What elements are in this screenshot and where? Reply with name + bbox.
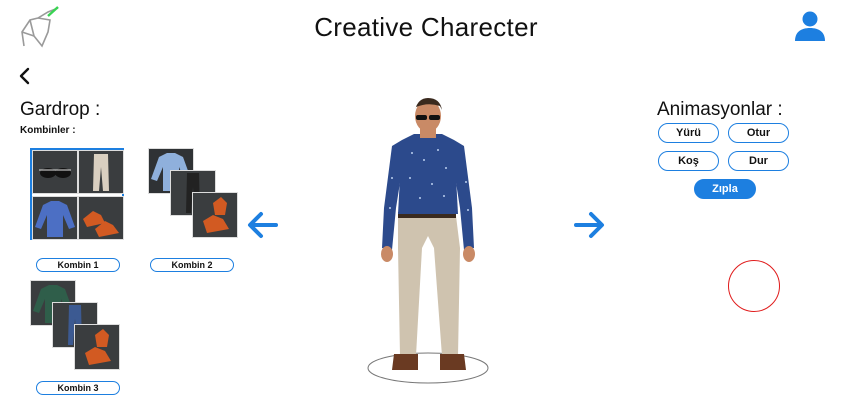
character-platform (367, 352, 489, 384)
combos-subtitle: Kombinler : (20, 125, 76, 136)
arrow-right-icon (574, 212, 604, 238)
anim-jump-button[interactable]: Zıpla (694, 179, 756, 199)
shoes-item (192, 192, 238, 238)
chevron-left-icon (19, 67, 30, 85)
combo-1-thumbnail[interactable] (30, 148, 124, 240)
user-icon (795, 11, 825, 41)
combo-2-button[interactable]: Kombin 2 (150, 258, 234, 272)
combo-1-button[interactable]: Kombin 1 (36, 258, 120, 272)
anim-walk-button[interactable]: Yürü (658, 123, 719, 143)
page-title: Creative Charecter (314, 12, 538, 42)
record-button[interactable] (728, 260, 780, 312)
shoes-item (78, 196, 124, 240)
shirt-item (32, 196, 78, 240)
next-outfit-button[interactable] (572, 210, 606, 240)
shoes-item (74, 324, 120, 370)
anim-sit-button[interactable]: Otur (728, 123, 789, 143)
wardrobe-title: Gardrop : (20, 99, 101, 120)
back-button[interactable] (16, 66, 34, 86)
pants-item (78, 150, 124, 194)
arrow-left-icon (248, 212, 278, 238)
combo-3-button[interactable]: Kombin 3 (36, 381, 120, 395)
prev-outfit-button[interactable] (246, 210, 280, 240)
animations-title: Animasyonlar : (657, 99, 783, 120)
sunglasses-item (32, 150, 78, 194)
user-profile-button[interactable] (794, 10, 826, 42)
anim-run-button[interactable]: Koş (658, 151, 719, 171)
combo-2-thumbnail[interactable] (148, 148, 238, 238)
character-preview[interactable] (362, 98, 494, 390)
combo-3-thumbnail[interactable] (30, 280, 120, 370)
anim-stop-button[interactable]: Dur (728, 151, 789, 171)
